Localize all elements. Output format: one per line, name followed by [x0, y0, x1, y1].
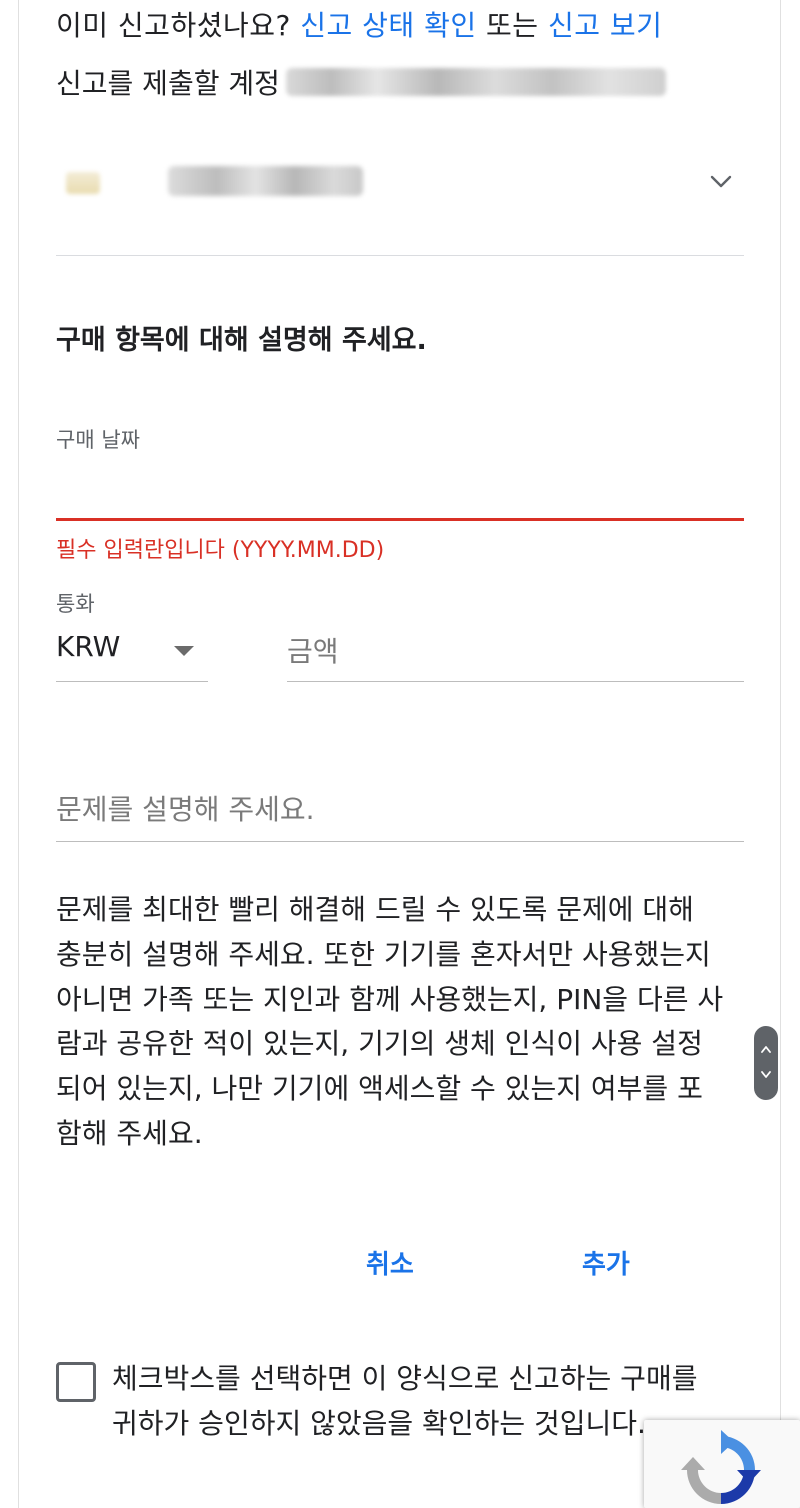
problem-underline [56, 841, 744, 842]
device-thumbnail [66, 172, 100, 194]
add-button[interactable]: 추가 [582, 1244, 630, 1281]
scroll-control[interactable] [754, 1026, 778, 1100]
purchase-date-label: 구매 날짜 [56, 428, 140, 452]
currency-underline [56, 681, 208, 682]
amount-placeholder: 금액 [287, 635, 339, 668]
account-line: 신고를 제출할 계정 [56, 62, 666, 102]
check-status-link[interactable]: 신고 상태 확인 [300, 9, 476, 42]
problem-help-text: 문제를 최대한 빨리 해결해 드릴 수 있도록 문제에 대해 충분히 설명해 주… [56, 893, 724, 1150]
already-reported-text: 이미 신고하셨나요? [56, 9, 301, 42]
chevron-down-icon[interactable] [708, 168, 734, 194]
currency-value: KRW [56, 630, 121, 663]
purchase-date-error: 필수 입력란입니다 (YYYY.MM.DD) [56, 538, 385, 563]
confirmation-text: 체크박스를 선택하면 이 양식으로 신고하는 구매를 귀하가 승인하지 않았음을… [112, 1362, 698, 1440]
recaptcha-icon [681, 1430, 761, 1504]
amount-underline [287, 681, 744, 682]
page-left-border [18, 0, 19, 1508]
chevron-up-icon[interactable] [760, 1044, 772, 1054]
cancel-button[interactable]: 취소 [366, 1244, 414, 1281]
already-reported-line: 이미 신고하셨나요? 신고 상태 확인 또는 신고 보기 [56, 4, 662, 44]
amount-input[interactable]: 금액 [287, 622, 744, 682]
currency-label: 통화 [56, 592, 95, 616]
page-right-border [780, 0, 781, 1508]
or-text: 또는 [476, 9, 548, 42]
currency-select[interactable]: KRW [56, 622, 208, 682]
chevron-down-small-icon[interactable] [760, 1070, 772, 1080]
purchase-date-input[interactable] [56, 460, 744, 518]
section-title: 구매 항목에 대해 설명해 주세요. [56, 325, 427, 356]
problem-placeholder: 문제를 설명해 주세요. [56, 793, 315, 826]
view-report-link[interactable]: 신고 보기 [548, 9, 662, 42]
problem-description-input[interactable]: 문제를 설명해 주세요. [56, 780, 744, 842]
device-name-redacted [168, 166, 363, 196]
account-email-redacted [285, 68, 666, 96]
device-selector[interactable] [56, 150, 744, 220]
purchase-date-underline-error [56, 518, 744, 521]
account-label: 신고를 제출할 계정 [56, 67, 280, 100]
confirmation-checkbox[interactable] [56, 1362, 96, 1402]
dropdown-caret-icon [174, 646, 194, 656]
recaptcha-badge[interactable] [644, 1420, 800, 1508]
device-divider [56, 255, 744, 256]
